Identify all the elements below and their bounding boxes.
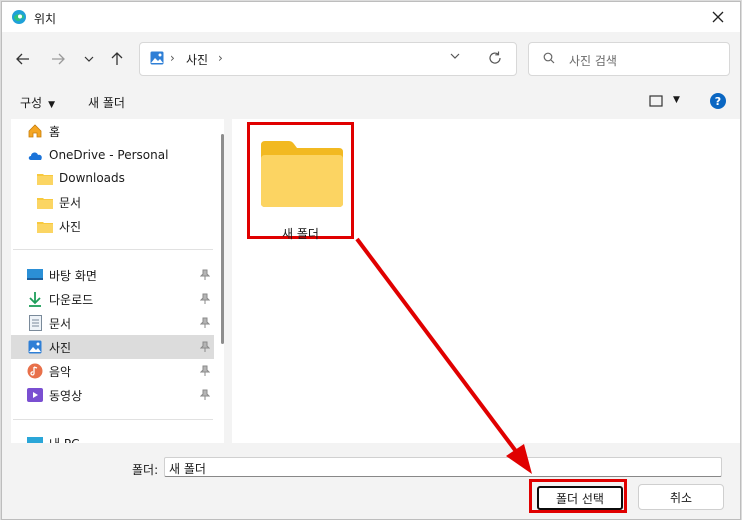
arrow-up-icon — [111, 52, 123, 65]
folder-icon — [37, 194, 53, 210]
recent-locations-button[interactable] — [79, 50, 99, 68]
sidebar-item-downloads[interactable]: 다운로드 — [27, 287, 93, 311]
arrow-right-icon — [52, 53, 65, 65]
sidebar-item-onedrive[interactable]: OneDrive - Personal — [27, 143, 168, 167]
folder-icon — [261, 141, 343, 207]
pictures-icon — [27, 339, 43, 355]
sidebar-item-pictures-folder[interactable]: 사진 — [37, 214, 81, 238]
folder-name: 새 폴더 — [282, 227, 319, 241]
pin-icon[interactable] — [200, 365, 210, 377]
folder-icon — [37, 170, 53, 186]
search-box[interactable]: 사진 검색 — [528, 42, 730, 76]
folder-picker-dialog: 위치 › 사진 › 사진 검색 구성 ▼ 새 폴더 ▼ ? 홈 OneDrive… — [1, 1, 741, 520]
up-button[interactable] — [107, 50, 127, 68]
organize-label: 구성 — [20, 96, 43, 110]
pin-icon[interactable] — [200, 341, 210, 353]
window-title: 위치 — [34, 12, 57, 26]
home-icon — [27, 123, 43, 139]
sidebar-item-this-pc[interactable]: 내 PC — [27, 431, 79, 443]
view-icon[interactable] — [649, 95, 663, 107]
pin-icon[interactable] — [200, 269, 210, 281]
download-icon — [27, 291, 43, 307]
sidebar-item-pictures[interactable]: 사진 — [27, 335, 71, 359]
breadcrumb-separator[interactable]: › — [218, 51, 223, 65]
pin-icon[interactable] — [200, 317, 210, 329]
cancel-button[interactable]: 취소 — [638, 484, 724, 510]
chevron-down-icon[interactable] — [450, 53, 460, 59]
folder-icon — [37, 218, 53, 234]
back-button[interactable] — [13, 50, 33, 68]
folder-name-input[interactable]: 새 폴더 — [164, 457, 722, 477]
navigation-pane: 홈 OneDrive - Personal Downloads 문서 사진 바탕… — [11, 119, 224, 443]
pin-icon[interactable] — [200, 389, 210, 401]
sidebar-item-documents-folder[interactable]: 문서 — [37, 190, 81, 214]
caret-down-icon: ▼ — [48, 100, 56, 110]
document-icon — [27, 315, 43, 331]
pictures-icon — [150, 51, 164, 65]
help-icon[interactable]: ? — [710, 93, 726, 109]
select-folder-button[interactable]: 폴더 선택 — [537, 486, 623, 510]
close-button[interactable] — [696, 2, 740, 32]
breadcrumb-item[interactable]: 사진 — [186, 51, 208, 68]
command-bar: 구성 ▼ 새 폴더 ▼ ? — [2, 86, 740, 116]
dialog-footer: 폴더: 새 폴더 폴더 선택 취소 — [2, 445, 740, 519]
chevron-down-icon — [84, 56, 94, 62]
pin-icon[interactable] — [200, 293, 210, 305]
music-icon — [27, 363, 43, 379]
sidebar-item-home[interactable]: 홈 — [27, 119, 60, 143]
search-placeholder: 사진 검색 — [569, 54, 617, 68]
folder-label: 폴더: — [132, 463, 159, 477]
organize-menu[interactable]: 구성 ▼ — [20, 94, 55, 111]
sidebar-item-documents[interactable]: 문서 — [27, 311, 71, 335]
new-folder-button[interactable]: 새 폴더 — [88, 94, 125, 111]
sidebar-divider — [13, 419, 213, 420]
caret-down-icon[interactable]: ▼ — [673, 95, 680, 105]
navigation-bar: › 사진 › 사진 검색 — [2, 32, 740, 84]
desktop-icon — [27, 267, 43, 283]
search-icon — [543, 52, 555, 64]
select-button-highlight: 폴더 선택 — [529, 479, 627, 513]
forward-button[interactable] — [48, 50, 68, 68]
close-icon — [712, 11, 724, 23]
computer-icon — [27, 435, 43, 443]
edge-icon — [12, 10, 26, 24]
refresh-icon[interactable] — [488, 51, 502, 65]
sidebar-item-music[interactable]: 음악 — [27, 359, 71, 383]
folder-item[interactable]: 새 폴더 — [247, 122, 354, 241]
sidebar-item-videos[interactable]: 동영상 — [27, 383, 82, 407]
video-icon — [27, 387, 43, 403]
file-list: 새 폴더 — [232, 119, 740, 443]
breadcrumb-separator: › — [170, 51, 175, 65]
sidebar-scrollbar[interactable] — [221, 134, 224, 344]
sidebar-divider — [13, 249, 213, 250]
title-bar: 위치 — [2, 2, 740, 32]
arrow-left-icon — [16, 53, 29, 65]
cloud-icon — [27, 147, 43, 163]
sidebar-item-downloads-folder[interactable]: Downloads — [37, 166, 125, 190]
sidebar-item-desktop[interactable]: 바탕 화면 — [27, 263, 97, 287]
address-bar[interactable]: › 사진 › — [139, 42, 517, 76]
